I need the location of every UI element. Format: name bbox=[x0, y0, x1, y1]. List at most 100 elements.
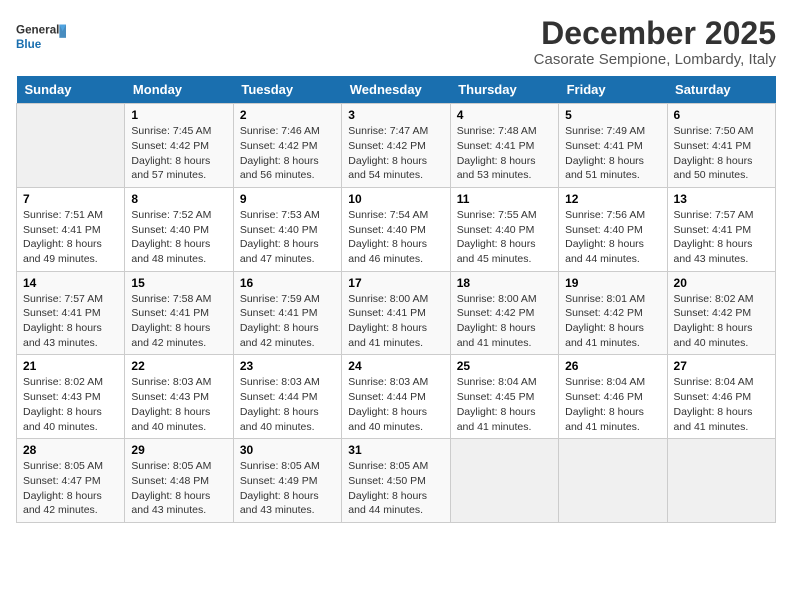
day-detail: Sunrise: 8:00 AMSunset: 4:42 PMDaylight:… bbox=[457, 292, 552, 351]
header-monday: Monday bbox=[125, 76, 233, 104]
day-detail: Sunrise: 7:57 AMSunset: 4:41 PMDaylight:… bbox=[23, 292, 118, 351]
day-number: 20 bbox=[674, 276, 769, 290]
header-friday: Friday bbox=[559, 76, 667, 104]
calendar-cell: 10 Sunrise: 7:54 AMSunset: 4:40 PMDayligh… bbox=[342, 187, 450, 271]
day-detail: Sunrise: 8:01 AMSunset: 4:42 PMDaylight:… bbox=[565, 292, 660, 351]
calendar-cell: 20 Sunrise: 8:02 AMSunset: 4:42 PMDayligh… bbox=[667, 271, 775, 355]
day-number: 28 bbox=[23, 443, 118, 457]
day-number: 31 bbox=[348, 443, 443, 457]
day-number: 27 bbox=[674, 359, 769, 373]
calendar-cell: 21Sunrise: 8:02 AMSunset: 4:43 PMDayligh… bbox=[17, 355, 125, 439]
day-detail: Sunrise: 8:05 AMSunset: 4:48 PMDaylight:… bbox=[131, 459, 226, 518]
calendar-table: SundayMondayTuesdayWednesdayThursdayFrid… bbox=[16, 76, 776, 523]
calendar-cell: 28 Sunrise: 8:05 AMSunset: 4:47 PMDayligh… bbox=[17, 439, 125, 523]
calendar-cell bbox=[450, 439, 558, 523]
day-number: 3 bbox=[348, 108, 443, 122]
calendar-cell: 7 Sunrise: 7:51 AMSunset: 4:41 PMDaylight… bbox=[17, 187, 125, 271]
calendar-cell: 11Sunrise: 7:55 AMSunset: 4:40 PMDayligh… bbox=[450, 187, 558, 271]
calendar-subtitle: Casorate Sempione, Lombardy, Italy bbox=[534, 51, 776, 68]
header-sunday: Sunday bbox=[17, 76, 125, 104]
day-number: 25 bbox=[457, 359, 552, 373]
day-detail: Sunrise: 7:48 AMSunset: 4:41 PMDaylight:… bbox=[457, 124, 552, 183]
day-number: 24 bbox=[348, 359, 443, 373]
day-detail: Sunrise: 8:04 AMSunset: 4:46 PMDaylight:… bbox=[565, 375, 660, 434]
calendar-cell bbox=[17, 104, 125, 188]
day-number: 5 bbox=[565, 108, 660, 122]
day-number: 12 bbox=[565, 192, 660, 206]
calendar-cell: 19 Sunrise: 8:01 AMSunset: 4:42 PMDayligh… bbox=[559, 271, 667, 355]
day-number: 17 bbox=[348, 276, 443, 290]
header-thursday: Thursday bbox=[450, 76, 558, 104]
svg-text:Blue: Blue bbox=[16, 38, 42, 51]
calendar-cell: 29 Sunrise: 8:05 AMSunset: 4:48 PMDayligh… bbox=[125, 439, 233, 523]
day-detail: Sunrise: 8:05 AMSunset: 4:47 PMDaylight:… bbox=[23, 459, 118, 518]
calendar-header-row: SundayMondayTuesdayWednesdayThursdayFrid… bbox=[17, 76, 776, 104]
calendar-cell: 12 Sunrise: 7:56 AMSunset: 4:40 PMDayligh… bbox=[559, 187, 667, 271]
calendar-title: December 2025 bbox=[534, 16, 776, 51]
day-detail: Sunrise: 7:46 AMSunset: 4:42 PMDaylight:… bbox=[240, 124, 335, 183]
calendar-cell bbox=[667, 439, 775, 523]
day-detail: Sunrise: 7:52 AMSunset: 4:40 PMDaylight:… bbox=[131, 208, 226, 267]
day-detail: Sunrise: 8:03 AMSunset: 4:44 PMDaylight:… bbox=[240, 375, 335, 434]
day-detail: Sunrise: 7:49 AMSunset: 4:41 PMDaylight:… bbox=[565, 124, 660, 183]
calendar-cell: 17 Sunrise: 8:00 AMSunset: 4:41 PMDayligh… bbox=[342, 271, 450, 355]
day-number: 18 bbox=[457, 276, 552, 290]
day-number: 22 bbox=[131, 359, 226, 373]
calendar-cell: 16Sunrise: 7:59 AMSunset: 4:41 PMDayligh… bbox=[233, 271, 341, 355]
day-number: 8 bbox=[131, 192, 226, 206]
title-area: December 2025 Casorate Sempione, Lombard… bbox=[534, 16, 776, 68]
day-detail: Sunrise: 7:50 AMSunset: 4:41 PMDaylight:… bbox=[674, 124, 769, 183]
day-detail: Sunrise: 8:02 AMSunset: 4:42 PMDaylight:… bbox=[674, 292, 769, 351]
calendar-cell: 14Sunrise: 7:57 AMSunset: 4:41 PMDayligh… bbox=[17, 271, 125, 355]
day-detail: Sunrise: 7:51 AMSunset: 4:41 PMDaylight:… bbox=[23, 208, 118, 267]
calendar-week-2: 7 Sunrise: 7:51 AMSunset: 4:41 PMDaylight… bbox=[17, 187, 776, 271]
calendar-cell: 13 Sunrise: 7:57 AMSunset: 4:41 PMDayligh… bbox=[667, 187, 775, 271]
day-number: 2 bbox=[240, 108, 335, 122]
day-detail: Sunrise: 8:03 AMSunset: 4:43 PMDaylight:… bbox=[131, 375, 226, 434]
day-number: 9 bbox=[240, 192, 335, 206]
calendar-cell: 2 Sunrise: 7:46 AMSunset: 4:42 PMDaylight… bbox=[233, 104, 341, 188]
day-detail: Sunrise: 8:03 AMSunset: 4:44 PMDaylight:… bbox=[348, 375, 443, 434]
day-detail: Sunrise: 8:04 AMSunset: 4:46 PMDaylight:… bbox=[674, 375, 769, 434]
calendar-week-4: 21Sunrise: 8:02 AMSunset: 4:43 PMDayligh… bbox=[17, 355, 776, 439]
calendar-cell: 1 Sunrise: 7:45 AMSunset: 4:42 PMDaylight… bbox=[125, 104, 233, 188]
header-saturday: Saturday bbox=[667, 76, 775, 104]
day-detail: Sunrise: 7:56 AMSunset: 4:40 PMDaylight:… bbox=[565, 208, 660, 267]
calendar-cell: 9 Sunrise: 7:53 AMSunset: 4:40 PMDaylight… bbox=[233, 187, 341, 271]
day-number: 15 bbox=[131, 276, 226, 290]
day-detail: Sunrise: 7:53 AMSunset: 4:40 PMDaylight:… bbox=[240, 208, 335, 267]
calendar-cell: 22 Sunrise: 8:03 AMSunset: 4:43 PMDayligh… bbox=[125, 355, 233, 439]
calendar-week-1: 1 Sunrise: 7:45 AMSunset: 4:42 PMDaylight… bbox=[17, 104, 776, 188]
header-wednesday: Wednesday bbox=[342, 76, 450, 104]
day-number: 26 bbox=[565, 359, 660, 373]
day-number: 30 bbox=[240, 443, 335, 457]
calendar-cell: 23Sunrise: 8:03 AMSunset: 4:44 PMDayligh… bbox=[233, 355, 341, 439]
calendar-cell: 15 Sunrise: 7:58 AMSunset: 4:41 PMDayligh… bbox=[125, 271, 233, 355]
day-detail: Sunrise: 7:45 AMSunset: 4:42 PMDaylight:… bbox=[131, 124, 226, 183]
calendar-cell: 27 Sunrise: 8:04 AMSunset: 4:46 PMDayligh… bbox=[667, 355, 775, 439]
day-number: 10 bbox=[348, 192, 443, 206]
day-number: 19 bbox=[565, 276, 660, 290]
day-detail: Sunrise: 8:00 AMSunset: 4:41 PMDaylight:… bbox=[348, 292, 443, 351]
day-detail: Sunrise: 7:58 AMSunset: 4:41 PMDaylight:… bbox=[131, 292, 226, 351]
day-number: 4 bbox=[457, 108, 552, 122]
day-number: 29 bbox=[131, 443, 226, 457]
calendar-cell: 5 Sunrise: 7:49 AMSunset: 4:41 PMDaylight… bbox=[559, 104, 667, 188]
day-number: 13 bbox=[674, 192, 769, 206]
calendar-cell bbox=[559, 439, 667, 523]
day-number: 7 bbox=[23, 192, 118, 206]
day-number: 21 bbox=[23, 359, 118, 373]
day-detail: Sunrise: 7:57 AMSunset: 4:41 PMDaylight:… bbox=[674, 208, 769, 267]
day-number: 6 bbox=[674, 108, 769, 122]
day-detail: Sunrise: 7:47 AMSunset: 4:42 PMDaylight:… bbox=[348, 124, 443, 183]
header-tuesday: Tuesday bbox=[233, 76, 341, 104]
day-detail: Sunrise: 8:05 AMSunset: 4:50 PMDaylight:… bbox=[348, 459, 443, 518]
day-detail: Sunrise: 8:05 AMSunset: 4:49 PMDaylight:… bbox=[240, 459, 335, 518]
day-number: 16 bbox=[240, 276, 335, 290]
calendar-cell: 3 Sunrise: 7:47 AMSunset: 4:42 PMDaylight… bbox=[342, 104, 450, 188]
logo: General Blue bbox=[16, 16, 66, 58]
calendar-cell: 24 Sunrise: 8:03 AMSunset: 4:44 PMDayligh… bbox=[342, 355, 450, 439]
day-number: 1 bbox=[131, 108, 226, 122]
calendar-week-3: 14Sunrise: 7:57 AMSunset: 4:41 PMDayligh… bbox=[17, 271, 776, 355]
day-detail: Sunrise: 7:54 AMSunset: 4:40 PMDaylight:… bbox=[348, 208, 443, 267]
